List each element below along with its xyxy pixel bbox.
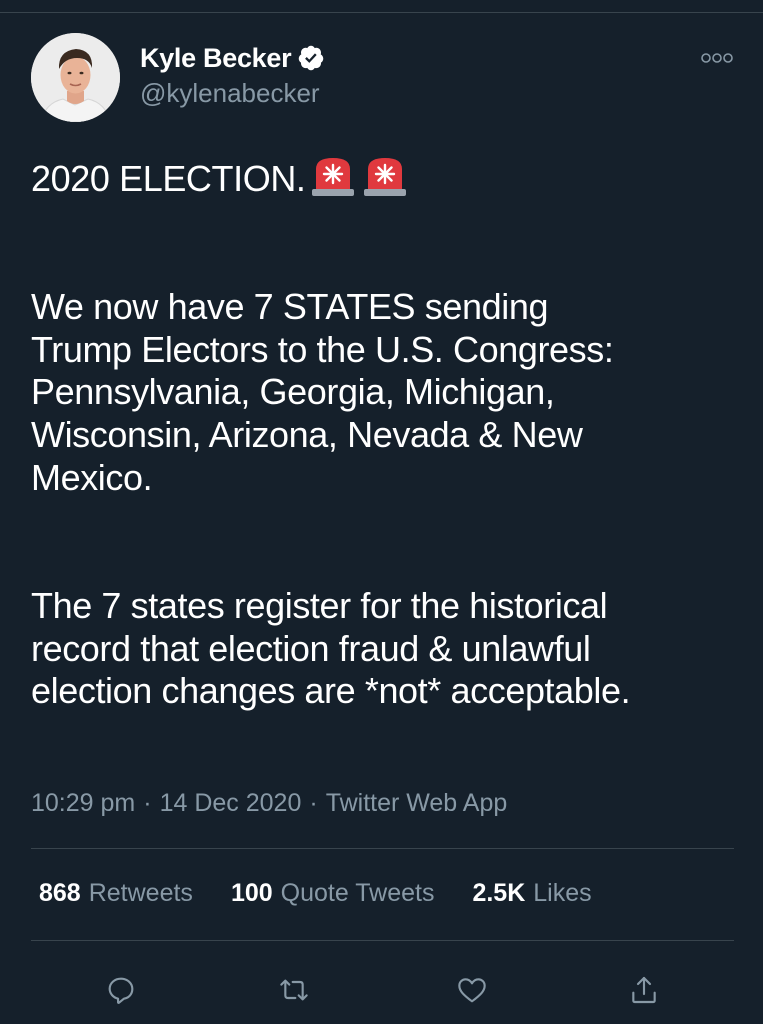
- tweet-source-link[interactable]: Twitter Web App: [326, 789, 508, 818]
- tweet-date[interactable]: 14 Dec 2020: [160, 789, 302, 818]
- quote-tweets-stat[interactable]: 100 Quote Tweets: [231, 879, 435, 908]
- text-line: Mexico.: [31, 456, 153, 498]
- engagement-stats: 868 Retweets 100 Quote Tweets 2.5K Likes: [39, 879, 592, 908]
- like-button[interactable]: [450, 968, 494, 1012]
- quote-tweets-label: Quote Tweets: [280, 879, 435, 907]
- text-line: Trump Electors to the U.S. Congress:: [31, 328, 614, 370]
- display-name[interactable]: Kyle Becker: [140, 43, 292, 74]
- tweet-timestamp: 10:29 pm · 14 Dec 2020 · Twitter Web App: [31, 789, 507, 818]
- tweet-headline: 2020 ELECTION.: [31, 155, 743, 201]
- tweet-text: 2020 ELECTION. We now have 7 STATES send…: [31, 155, 743, 713]
- reply-icon: [108, 977, 134, 1004]
- meta-separator: ·: [143, 789, 152, 817]
- tweet-time[interactable]: 10:29 pm: [31, 789, 135, 818]
- divider: [31, 848, 734, 849]
- avatar[interactable]: [31, 33, 120, 122]
- author-name-row[interactable]: Kyle Becker: [140, 40, 325, 76]
- text-line: Wisconsin, Arizona, Nevada & New: [31, 414, 583, 456]
- more-dots-icon: [701, 53, 733, 63]
- retweets-stat[interactable]: 868 Retweets: [39, 879, 193, 908]
- retweets-count: 868: [39, 879, 81, 907]
- top-divider: [0, 12, 763, 13]
- reply-button[interactable]: [99, 968, 143, 1012]
- retweet-icon: [280, 979, 308, 1001]
- more-options-button[interactable]: [697, 46, 737, 70]
- text-line: We now have 7 STATES sending: [31, 286, 549, 328]
- user-handle[interactable]: @kylenabecker: [140, 78, 320, 109]
- share-icon: [632, 976, 656, 1004]
- text-line: Pennsylvania, Georgia, Michigan,: [31, 371, 555, 413]
- divider: [31, 940, 734, 941]
- meta-separator: ·: [309, 789, 318, 817]
- text-line: record that election fraud & unlawful: [31, 627, 591, 669]
- tweet-paragraph-3: The 7 states register for the historical…: [31, 585, 743, 713]
- likes-stat[interactable]: 2.5K Likes: [472, 879, 591, 908]
- verified-badge-icon: [297, 44, 325, 72]
- retweets-label: Retweets: [88, 879, 193, 907]
- share-button[interactable]: [622, 968, 666, 1012]
- like-icon: [458, 978, 486, 1003]
- tweet-action-bar: [0, 960, 763, 1020]
- tweet-paragraph-2: We now have 7 STATES sending Trump Elect…: [31, 286, 743, 500]
- police-car-light-icon: [358, 158, 410, 199]
- retweet-button[interactable]: [272, 968, 316, 1012]
- likes-count: 2.5K: [472, 879, 526, 907]
- text-line: election changes are *not* acceptable.: [31, 670, 631, 712]
- headline-text: 2020 ELECTION.: [31, 158, 306, 199]
- quote-tweets-count: 100: [230, 879, 273, 907]
- likes-label: Likes: [533, 879, 592, 907]
- text-line: The 7 states register for the historical: [31, 584, 608, 626]
- police-car-light-icon: [306, 158, 358, 199]
